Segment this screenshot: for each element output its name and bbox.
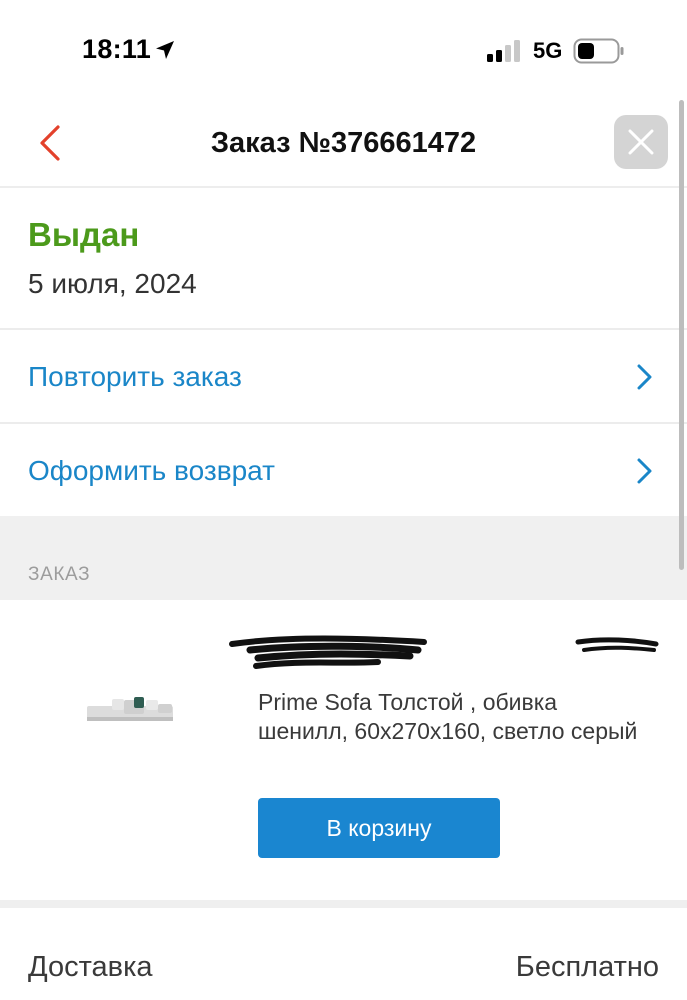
scrollbar[interactable] [679,100,684,570]
battery-icon [573,38,624,64]
cellular-signal-icon [487,40,520,62]
location-arrow-icon [156,41,174,59]
status-time: 18:11 [82,34,152,64]
page-title: Заказ №376661472 [210,127,477,159]
redacted-quantity-scribble [575,637,659,652]
section-title: ЗАКАЗ [28,564,91,585]
product-name: Prime Sofa Толстой , обивка шенилл, 60x2… [258,689,638,744]
close-icon [628,129,654,155]
delivery-value: Бесплатно [515,951,659,983]
repeat-order-label: Повторить заказ [28,361,242,392]
delivery-label: Доставка [28,951,153,983]
redacted-price-scribble [229,635,427,669]
chevron-right-icon [637,364,652,390]
nav-header: Заказ №376661472 [0,100,687,188]
repeat-order-row[interactable]: Повторить заказ [0,330,687,422]
order-date: 5 июля, 2024 [28,268,197,299]
order-status: Выдан [28,216,140,253]
return-order-row[interactable]: Оформить возврат [0,424,687,516]
section-header: ЗАКАЗ [0,516,687,600]
order-item: Prime Sofa Толстой , обивка шенилл, 60x2… [0,600,687,902]
separator [0,900,687,908]
close-button[interactable] [614,115,668,169]
status-bar: 18:11 5G [0,0,687,100]
add-to-cart-button[interactable]: В корзину [258,798,500,858]
sofa-thumbnail [87,697,173,721]
network-type: 5G [533,38,563,63]
return-order-label: Оформить возврат [28,455,275,486]
chevron-right-icon [637,458,652,484]
